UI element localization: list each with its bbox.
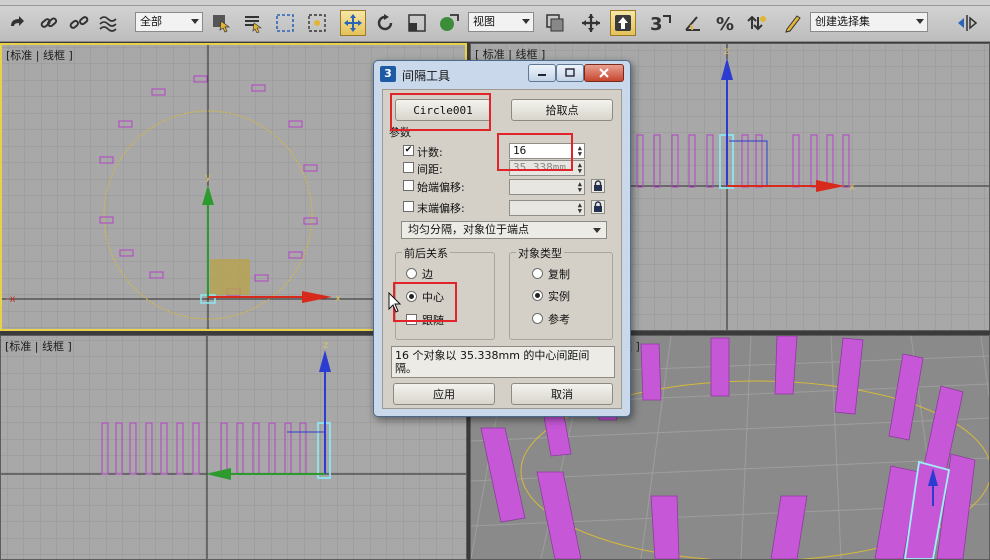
annotation-path-highlight	[390, 93, 491, 131]
type-copy-radio[interactable]	[532, 268, 543, 279]
annotation-center-highlight	[393, 282, 457, 322]
count-label: 计数:	[417, 146, 443, 159]
main-toolbar: 全部 视图 3 % 创建选择集	[0, 0, 990, 42]
spinner-snap-icon[interactable]	[744, 10, 770, 36]
apply-button[interactable]: 应用	[393, 383, 495, 405]
type-reference-radio[interactable]	[532, 313, 543, 324]
max-app: 全部 视图 3 % 创建选择集 x y -x [标准 | 线框] x z […	[0, 0, 990, 560]
axis-y-label: y	[205, 172, 211, 183]
dialog-title: 间隔工具	[402, 69, 451, 83]
select-move-icon[interactable]	[340, 10, 366, 36]
menu-bar	[0, 0, 990, 6]
placement-icon[interactable]	[436, 10, 462, 36]
keyboard-shortcut-override-icon[interactable]	[610, 10, 636, 36]
pivot-center-icon[interactable]	[542, 10, 568, 36]
window-crossing-icon[interactable]	[304, 10, 330, 36]
annotation-count-highlight	[497, 133, 573, 171]
lock-icon	[594, 201, 602, 212]
spacing-label: 间距:	[417, 163, 443, 176]
front-axis-x-label: x	[849, 182, 855, 193]
unlink-icon[interactable]	[66, 10, 92, 36]
select-by-name-icon[interactable]	[240, 10, 266, 36]
start-offset-checkbox[interactable]	[403, 180, 414, 191]
axis-x-label: x	[335, 293, 341, 304]
end-offset-spinner[interactable]: ▲ ▼	[509, 200, 585, 216]
context-edges-label: 边	[422, 268, 433, 281]
app-logo-icon: 3	[380, 66, 396, 82]
percent-snap-icon[interactable]: %	[712, 10, 738, 36]
bind-space-warp-icon[interactable]	[96, 10, 122, 36]
status-text: 16 个对象以 35.338mm 的中心间距间隔。	[391, 346, 615, 378]
type-copy-label: 复制	[548, 268, 570, 281]
cancel-button[interactable]: 取消	[511, 383, 613, 405]
select-scale-icon[interactable]	[404, 10, 430, 36]
distribution-dropdown[interactable]: 均匀分隔，对象位于端点	[401, 221, 607, 239]
redo-icon[interactable]	[4, 10, 30, 36]
end-offset-lock-button[interactable]	[591, 200, 605, 214]
viewport-left-label[interactable]: [标准 | 线框 ]	[5, 338, 72, 354]
end-offset-label: 末端偏移:	[417, 202, 465, 215]
spinner-arrows-icon: ▲ ▼	[577, 144, 582, 158]
type-reference-label: 参考	[548, 313, 570, 326]
object-type-title: 对象类型	[516, 245, 564, 261]
snaps-toggle-icon[interactable]: 3	[648, 10, 674, 36]
rect-selection-icon[interactable]	[272, 10, 298, 36]
close-icon	[599, 68, 609, 78]
left-axis-z-label: z	[323, 340, 328, 351]
mirror-icon[interactable]	[954, 10, 980, 36]
end-offset-checkbox[interactable]	[403, 201, 414, 212]
start-offset-spinner[interactable]: ▲ ▼	[509, 179, 585, 195]
maximize-icon	[565, 68, 575, 77]
object-type-group: 对象类型 复制 实例 参考	[509, 245, 613, 340]
spinner-arrows-icon: ▲ ▼	[577, 180, 582, 194]
context-title: 前后关系	[402, 245, 450, 261]
spacing-checkbox[interactable]	[403, 162, 414, 173]
selection-filter-combo[interactable]: 全部	[135, 12, 203, 32]
pick-points-button[interactable]: 拾取点	[511, 99, 613, 121]
context-edges-radio[interactable]	[406, 268, 417, 279]
svg-text:%: %	[716, 14, 734, 33]
dialog-title-bar[interactable]: 3 间隔工具	[374, 61, 630, 87]
front-axis-z-label: z	[724, 46, 729, 57]
start-offset-label: 始端偏移:	[417, 181, 465, 194]
count-checkbox[interactable]: ✔	[403, 145, 414, 156]
axis-neg-x-label: -x	[6, 294, 16, 305]
link-icon[interactable]	[36, 10, 62, 36]
spinner-arrows-icon: ▲ ▼	[577, 201, 582, 215]
select-object-icon[interactable]	[208, 10, 234, 36]
minimize-icon	[538, 74, 546, 76]
svg-text:3: 3	[650, 14, 663, 33]
mouse-cursor-icon	[388, 292, 402, 313]
spinner-arrows-icon: ▲ ▼	[577, 161, 582, 175]
type-instance-label: 实例	[548, 290, 570, 303]
select-manipulate-icon[interactable]	[578, 10, 604, 36]
angle-snap-icon[interactable]	[680, 10, 706, 36]
close-button[interactable]	[584, 64, 624, 82]
select-rotate-icon[interactable]	[372, 10, 398, 36]
type-instance-radio[interactable]	[532, 290, 543, 301]
edit-named-selection-icon[interactable]	[780, 10, 806, 36]
lock-icon	[594, 180, 602, 191]
minimize-button[interactable]	[528, 64, 556, 82]
viewport-top-label[interactable]: [标准 | 线框 ]	[6, 47, 73, 63]
named-selection-combo[interactable]: 创建选择集	[810, 12, 928, 32]
maximize-button[interactable]	[556, 64, 584, 82]
start-offset-lock-button[interactable]	[591, 179, 605, 193]
reference-coord-combo[interactable]: 视图	[468, 12, 534, 32]
